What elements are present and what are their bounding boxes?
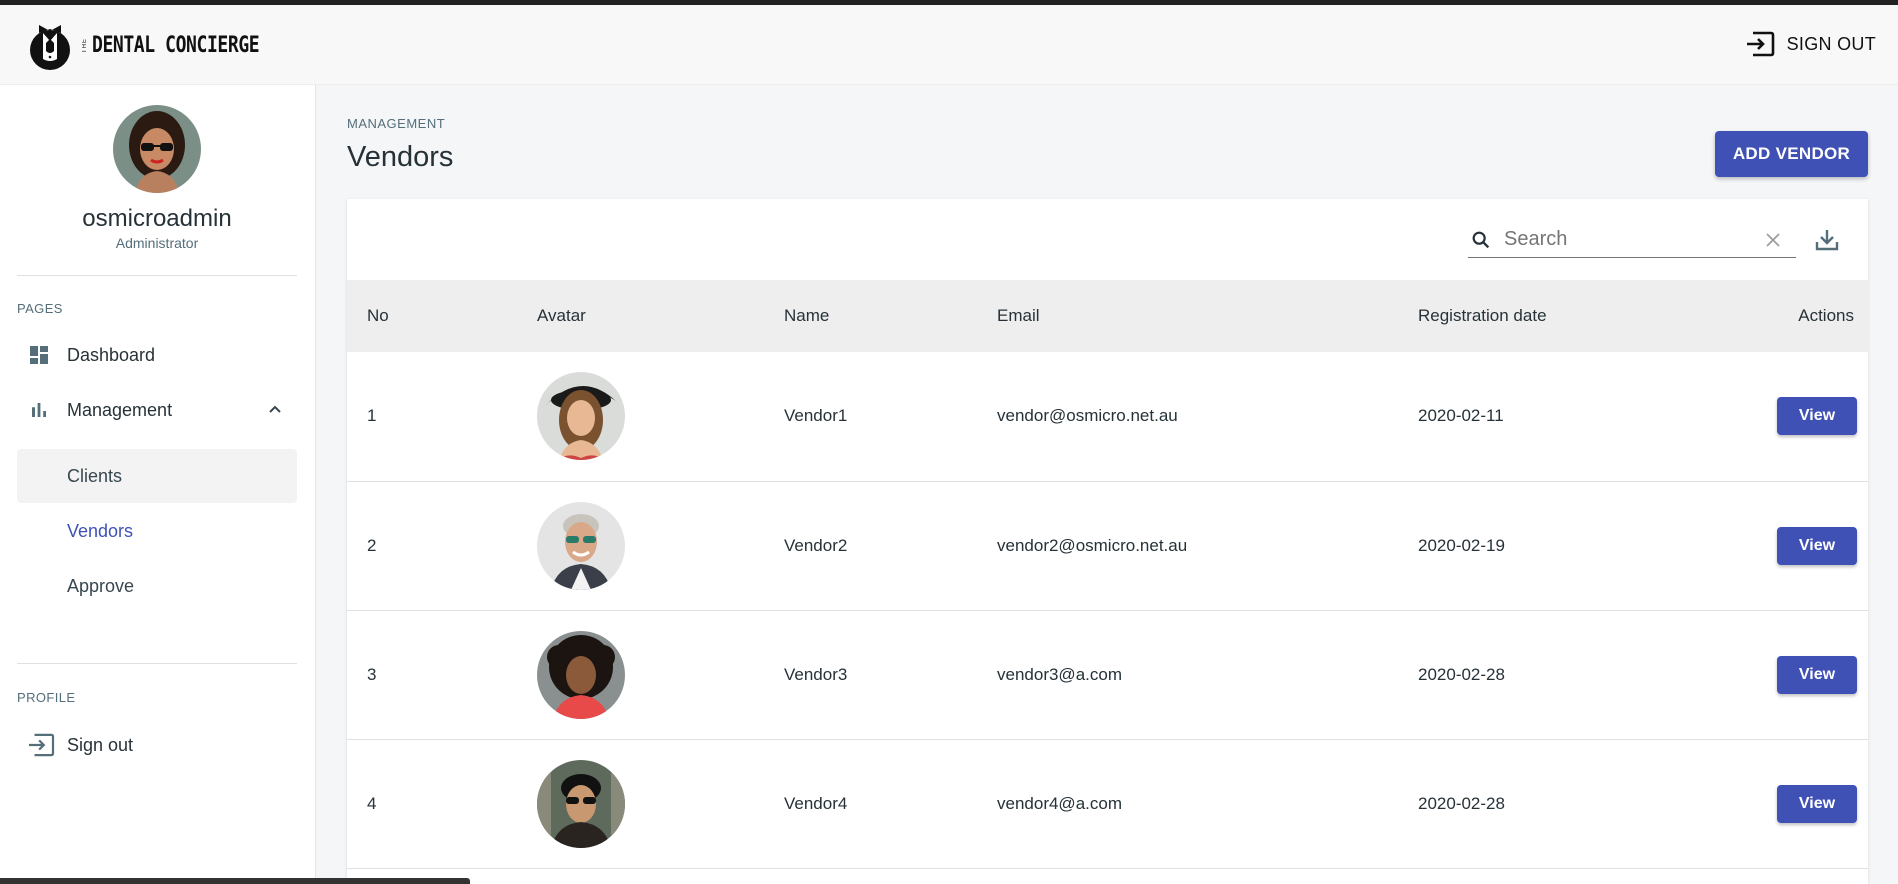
- search-input[interactable]: [1498, 228, 1738, 251]
- view-button[interactable]: View: [1777, 655, 1857, 694]
- table-row: 3 Vendor3 vendor3@a.com 2020-02-28 View: [347, 610, 1868, 739]
- clear-search-icon[interactable]: [1764, 231, 1782, 254]
- search-icon: [1468, 229, 1498, 251]
- view-button[interactable]: View: [1777, 784, 1857, 823]
- sidebar-subitem-approve[interactable]: Approve: [17, 559, 297, 613]
- breadcrumb: MANAGEMENT: [347, 116, 446, 131]
- vendor-avatar: [537, 501, 625, 590]
- sidebar-item-dashboard[interactable]: Dashboard: [17, 328, 297, 382]
- user-name: osmicroadmin: [82, 205, 232, 232]
- sidebar-item-label: Management: [67, 399, 173, 420]
- vendor-avatar: [537, 630, 625, 719]
- bar-chart-icon: [27, 398, 59, 422]
- table-toolbar: [347, 199, 1868, 280]
- sidebar-item-management[interactable]: Management: [17, 383, 297, 437]
- dashboard-icon: [27, 343, 59, 367]
- exit-icon: [1746, 31, 1774, 57]
- table-row: 4 Vendor4 vendor4@a.com 2020-02-28 View: [347, 739, 1868, 868]
- row-number: 4: [367, 793, 377, 813]
- row-actions: View: [1698, 610, 1868, 739]
- registration-date: 2020-02-19: [1418, 535, 1505, 555]
- vendor-name: Vendor1: [784, 406, 848, 426]
- vendor-email: vendor4@a.com: [997, 793, 1122, 813]
- vendor-email: vendor3@a.com: [997, 664, 1122, 684]
- user-avatar[interactable]: [113, 105, 201, 193]
- row-actions: View: [1698, 739, 1868, 868]
- vendors-table: No Avatar Name Email Registration date A…: [347, 280, 1868, 869]
- sidebar-subitem-clients[interactable]: Clients: [17, 449, 297, 503]
- row-avatar-cell: [517, 739, 764, 868]
- column-header-actions: Actions: [1798, 306, 1854, 325]
- table-row: 2 Vendor2 vendor2@osmicro.net.au 2020-02…: [347, 481, 1868, 610]
- row-avatar-cell: [517, 352, 764, 481]
- chevron-up-icon: [267, 402, 283, 423]
- vendor-name: Vendor4: [784, 793, 848, 813]
- view-button[interactable]: View: [1777, 397, 1857, 436]
- profile-section-label: PROFILE: [17, 690, 76, 705]
- registration-date: 2020-02-11: [1418, 406, 1504, 426]
- search-field: [1468, 222, 1796, 258]
- registration-date: 2020-02-28: [1418, 664, 1505, 684]
- view-button[interactable]: View: [1777, 526, 1857, 565]
- sidebar-item-label: Dashboard: [67, 344, 156, 365]
- user-role: Administrator: [115, 235, 199, 251]
- column-header-email[interactable]: Email: [977, 280, 1398, 352]
- sidebar-item-signout[interactable]: Sign out: [17, 718, 297, 772]
- vendor-avatar: [537, 372, 625, 461]
- download-icon[interactable]: [1814, 227, 1840, 258]
- row-number: 1: [367, 406, 377, 426]
- sidebar-divider: [17, 663, 297, 664]
- column-header-avatar[interactable]: Avatar: [517, 280, 764, 352]
- brand-name: DENTAL CONCIERGE: [92, 32, 260, 58]
- sidebar-divider: [17, 275, 297, 276]
- header-signout-button[interactable]: SIGN OUT: [1745, 31, 1876, 57]
- row-actions: View: [1698, 352, 1868, 481]
- vendor-email: vendor@osmicro.net.au: [997, 406, 1178, 426]
- brand-prefix: THE: [82, 37, 88, 53]
- header-signout-label: SIGN OUT: [1786, 33, 1876, 54]
- row-avatar-cell: [517, 610, 764, 739]
- page-title: Vendors: [347, 141, 454, 173]
- pages-section-label: PAGES: [17, 301, 63, 316]
- column-header-registration-date[interactable]: Registration date: [1398, 280, 1698, 352]
- table-header-row: No Avatar Name Email Registration date A…: [347, 280, 1868, 352]
- row-number: 3: [367, 664, 377, 684]
- column-header-name[interactable]: Name: [764, 280, 977, 352]
- add-vendor-button[interactable]: ADD VENDOR: [1715, 131, 1868, 177]
- vendor-email: vendor2@osmicro.net.au: [997, 535, 1188, 555]
- horizontal-scrollbar[interactable]: [0, 878, 470, 884]
- vendor-name: Vendor2: [784, 535, 848, 555]
- table-row: 1 Vendor1 vendor@osmicro.net.au 2020-02-…: [347, 352, 1868, 481]
- vendor-avatar: [537, 759, 625, 848]
- vendor-name: Vendor3: [784, 664, 848, 684]
- app-header: THE DENTAL CONCIERGE SIGN OUT: [0, 5, 1898, 85]
- registration-date: 2020-02-28: [1418, 793, 1505, 813]
- vendors-table-card: No Avatar Name Email Registration date A…: [347, 199, 1868, 884]
- tuxedo-logo-icon: [30, 25, 70, 70]
- row-avatar-cell: [517, 481, 764, 610]
- exit-icon: [27, 733, 59, 757]
- row-number: 2: [367, 535, 377, 555]
- row-actions: View: [1698, 481, 1868, 610]
- sidebar-subitem-vendors[interactable]: Vendors: [17, 504, 297, 558]
- brand-logo[interactable]: THE DENTAL CONCIERGE: [26, 19, 296, 71]
- sidebar: osmicroadmin Administrator PAGES Dashboa…: [0, 85, 316, 884]
- column-header-no[interactable]: No: [347, 280, 517, 352]
- sidebar-item-label: Sign out: [67, 734, 134, 755]
